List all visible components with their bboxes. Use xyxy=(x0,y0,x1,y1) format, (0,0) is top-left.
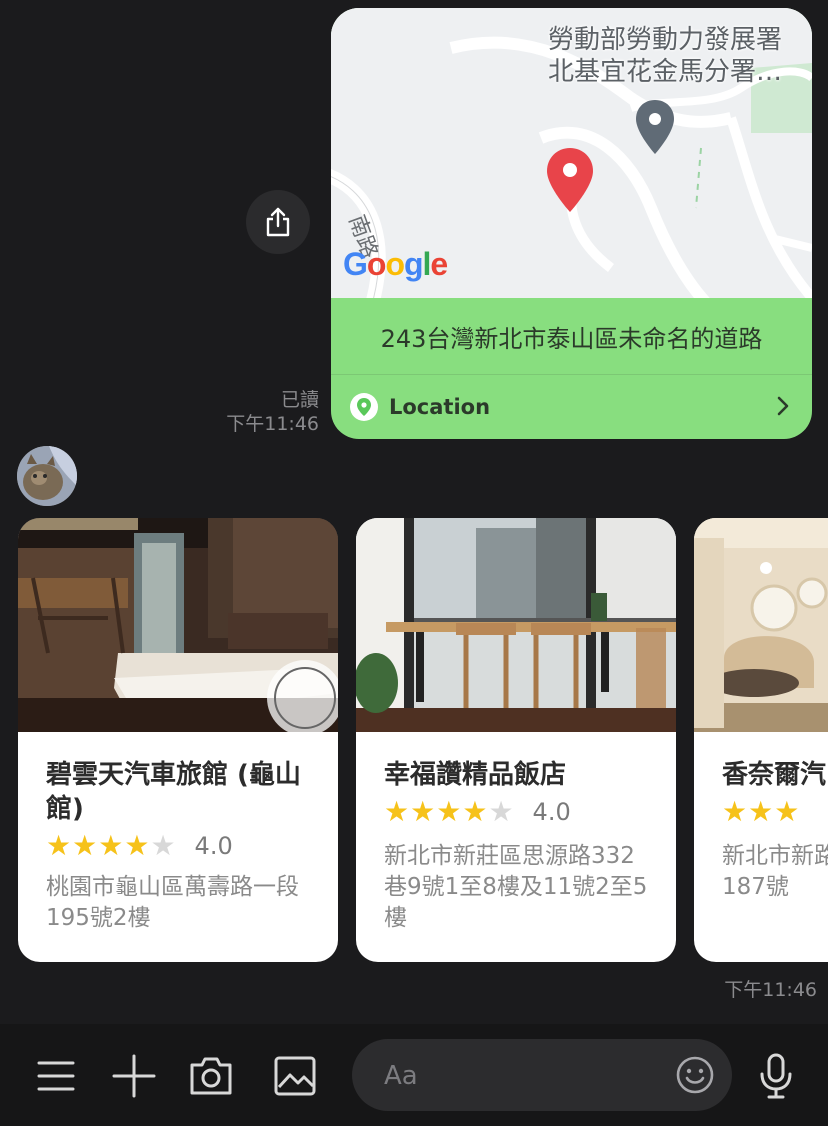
map-preview[interactable]: 勞動部勞動力發展署 北基宜花金馬分署… 南路 Google xyxy=(331,8,812,298)
location-pin-icon xyxy=(350,393,378,421)
location-address: 243台灣新北市泰山區未命名的道路 xyxy=(380,324,763,353)
star-filled-icon: ★ xyxy=(46,829,72,862)
google-logo: Google xyxy=(343,246,448,282)
message-input[interactable] xyxy=(382,1057,656,1095)
star-filled-icon: ★ xyxy=(774,795,800,828)
map-pin-gray-icon xyxy=(636,100,674,154)
star-filled-icon: ★ xyxy=(436,795,462,828)
star-filled-icon: ★ xyxy=(462,795,488,828)
rating-row: ★ ★ ★ ★ ★ 4.0 xyxy=(384,797,571,827)
plus-icon[interactable] xyxy=(110,1052,158,1100)
rating-score: 4.0 xyxy=(194,832,233,860)
hotel-address: 新北市新路187號 xyxy=(722,843,828,900)
star-filled-icon: ★ xyxy=(72,829,98,862)
star-filled-icon: ★ xyxy=(722,795,748,828)
star-empty-icon: ★ xyxy=(150,829,176,862)
location-label: Location xyxy=(389,395,491,419)
star-filled-icon: ★ xyxy=(748,795,774,828)
star-rating: ★ ★ ★ ★ ★ xyxy=(384,797,515,827)
location-message-bubble[interactable]: 勞動部勞動力發展署 北基宜花金馬分署… 南路 Google 243台灣新北市泰山… xyxy=(331,8,812,439)
read-status: 已讀 xyxy=(280,389,319,411)
hotel-card[interactable]: 香奈爾汽 ★ ★ ★ 新北市新路187號 xyxy=(694,518,828,962)
camera-icon[interactable] xyxy=(186,1052,236,1100)
rating-row: ★ ★ ★ xyxy=(722,797,800,827)
emoji-icon[interactable] xyxy=(674,1054,716,1096)
microphone-icon[interactable] xyxy=(754,1050,798,1102)
star-filled-icon: ★ xyxy=(410,795,436,828)
hotel-name: 碧雲天汽車旅館 (龜山館) xyxy=(46,760,301,824)
hotel-address: 桃園市龜山區萬壽路一段195號2樓 xyxy=(46,874,299,931)
message-input-container[interactable] xyxy=(352,1039,732,1111)
carousel-timestamp: 下午11:46 xyxy=(724,979,817,1001)
hotel-address: 新北市新莊區思源路332巷9號1至8樓及11號2至5樓 xyxy=(384,843,648,931)
chevron-right-icon xyxy=(777,396,789,416)
hotel-photo xyxy=(356,518,676,732)
map-pin-red-icon xyxy=(547,148,593,212)
hotel-name: 香奈爾汽 xyxy=(722,760,827,790)
hotel-photo xyxy=(694,518,828,732)
avatar[interactable] xyxy=(17,446,77,506)
hotel-name: 幸福讚精品飯店 xyxy=(384,760,567,790)
menu-icon[interactable] xyxy=(34,1054,78,1098)
message-timestamp: 下午11:46 xyxy=(226,413,319,435)
star-empty-icon: ★ xyxy=(488,795,514,828)
map-place-label: 勞動部勞動力發展署 北基宜花金馬分署… xyxy=(547,25,782,87)
hotel-card[interactable]: 幸福讚精品飯店 ★ ★ ★ ★ ★ 4.0 新北市新莊區思源路332巷9號1至8… xyxy=(356,518,676,962)
star-rating: ★ ★ ★ ★ ★ xyxy=(46,831,177,861)
star-filled-icon: ★ xyxy=(98,829,124,862)
image-icon[interactable] xyxy=(270,1052,320,1100)
share-button[interactable] xyxy=(246,190,310,254)
star-rating: ★ ★ ★ xyxy=(722,797,800,827)
share-icon xyxy=(266,207,290,237)
hotel-photo xyxy=(18,518,338,732)
hotel-card[interactable]: 碧雲天汽車旅館 (龜山館) ★ ★ ★ ★ ★ 4.0 桃園市龜山區萬壽路一段1… xyxy=(18,518,338,962)
rating-row: ★ ★ ★ ★ ★ 4.0 xyxy=(46,831,233,861)
rating-score: 4.0 xyxy=(532,798,571,826)
star-filled-icon: ★ xyxy=(384,795,410,828)
location-footer[interactable]: Location xyxy=(331,375,812,439)
star-filled-icon: ★ xyxy=(124,829,150,862)
